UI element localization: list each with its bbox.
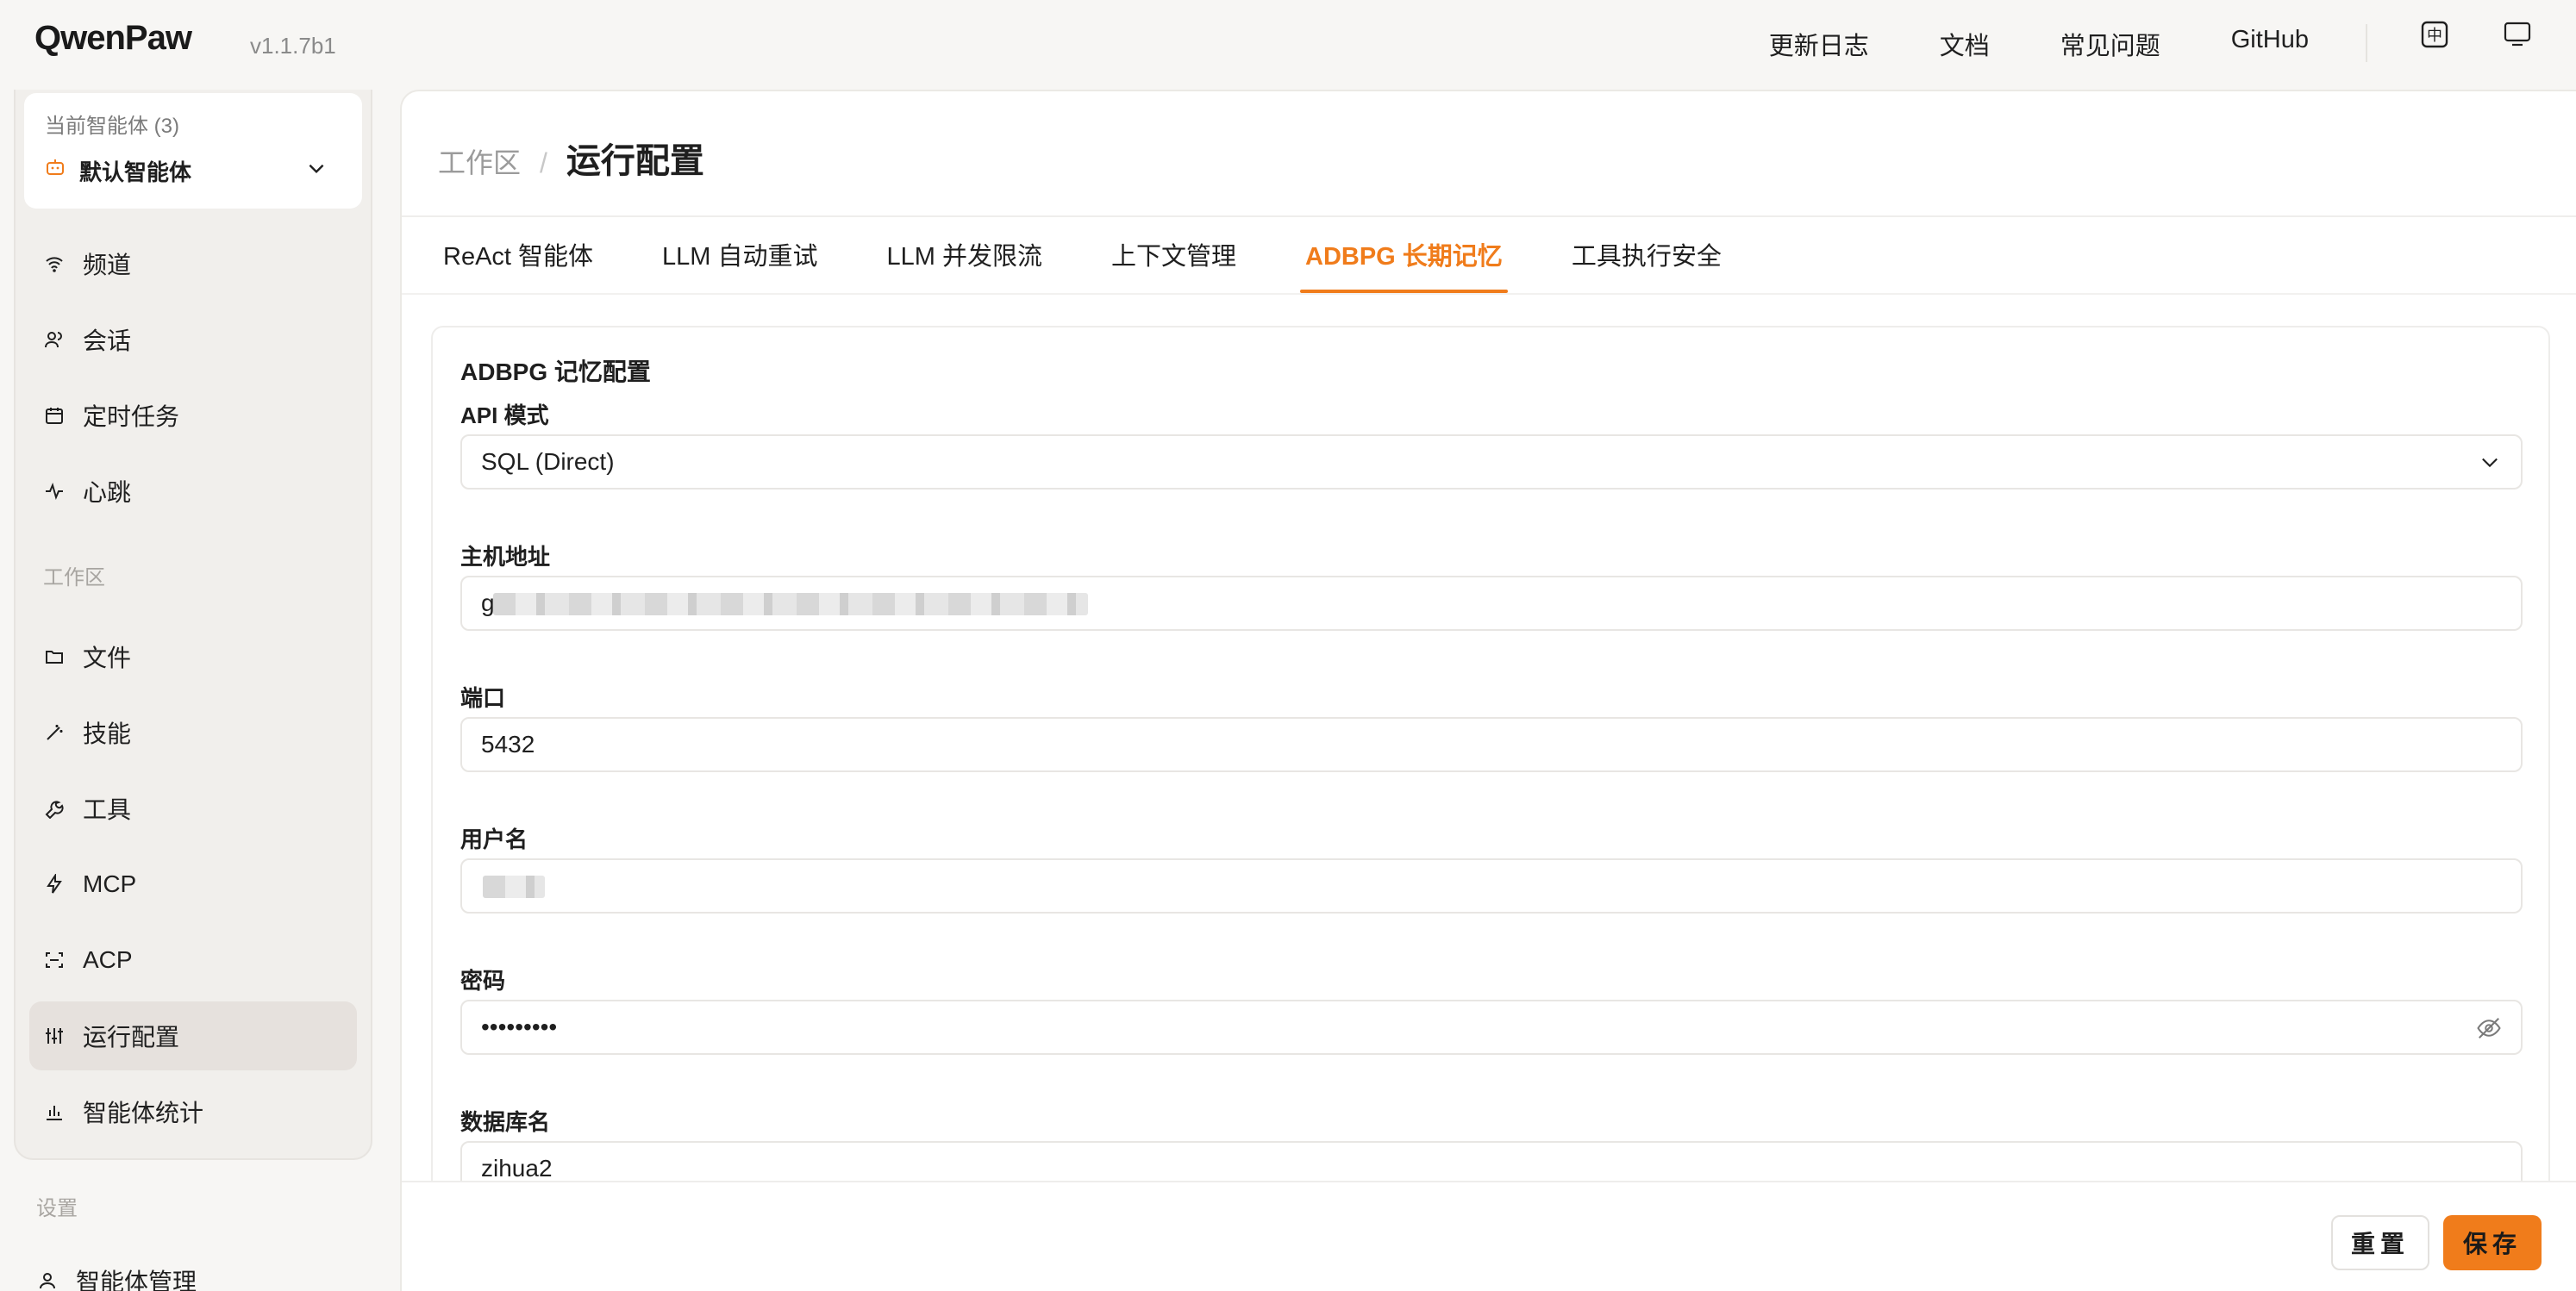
- sidebar-item-label: 文件: [83, 645, 132, 671]
- sidebar-item-channels[interactable]: 频道: [29, 229, 357, 298]
- agent-selector[interactable]: 当前智能体 (3) 默认智能体: [24, 93, 362, 209]
- tab-context-management[interactable]: 上下文管理: [1106, 236, 1241, 293]
- language-toggle-icon[interactable]: 中: [2419, 19, 2450, 50]
- breadcrumb-separator: /: [540, 147, 547, 178]
- wrench-icon: [43, 797, 66, 820]
- display-icon[interactable]: [2502, 19, 2533, 50]
- redacted-blur: [493, 593, 1088, 615]
- action-footer: 重置 保存: [402, 1181, 2576, 1291]
- sidebar-item-label: 运行配置: [83, 1024, 180, 1051]
- breadcrumb-root[interactable]: 工作区: [438, 141, 521, 181]
- sidebar-item-agent-stats[interactable]: 智能体统计: [29, 1077, 357, 1146]
- pulse-icon: [43, 480, 66, 502]
- chevron-down-icon[interactable]: [2478, 450, 2502, 478]
- nav-link-docs[interactable]: 文档: [1940, 26, 1990, 62]
- sidebar-item-acp[interactable]: ACP: [29, 926, 357, 995]
- config-tabs: ReAct 智能体 LLM 自动重试 LLM 并发限流 上下文管理 ADBPG …: [438, 236, 1785, 293]
- app-version: v1.1.7b1: [250, 33, 336, 59]
- sidebar-item-label: ACP: [83, 946, 133, 973]
- user-icon: [36, 1269, 59, 1291]
- password-value: •••••••••: [481, 1013, 558, 1040]
- password-input[interactable]: •••••••••: [460, 1000, 2523, 1055]
- port-label: 端口: [460, 685, 506, 711]
- sidebar-item-tools[interactable]: 工具: [29, 774, 357, 843]
- users-icon: [43, 328, 66, 351]
- sidebar-item-agent-management[interactable]: 智能体管理: [22, 1246, 350, 1291]
- sidebar-item-label: 会话: [83, 327, 132, 354]
- username-input-field[interactable]: [481, 872, 2378, 900]
- username-label: 用户名: [460, 826, 528, 852]
- chevron-down-icon[interactable]: [305, 157, 328, 184]
- username-input[interactable]: [460, 858, 2523, 914]
- sidebar-item-label: 智能体统计: [83, 1100, 204, 1126]
- top-bar: QwenPaw v1.1.7b1 更新日志 文档 常见问题 GitHub 中: [0, 0, 2576, 90]
- host-label: 主机地址: [460, 544, 551, 570]
- agent-count-label: 当前智能体 (3): [45, 115, 179, 138]
- folder-icon: [43, 646, 66, 668]
- sidebar-item-label: 智能体管理: [76, 1269, 197, 1291]
- redacted-blur: [483, 876, 545, 898]
- page-title: 运行配置: [566, 142, 704, 180]
- password-label: 密码: [460, 968, 506, 994]
- bar-chart-icon: [43, 1101, 66, 1123]
- card-title: ADBPG 记忆配置: [460, 359, 651, 385]
- database-label: 数据库名: [460, 1109, 551, 1135]
- sidebar-item-skills[interactable]: 技能: [29, 698, 357, 767]
- section-label-workspace: 工作区: [43, 566, 105, 589]
- adbpg-config-card: ADBPG 记忆配置 API 模式 SQL (Direct) 主机地址 端口 用…: [431, 326, 2550, 1274]
- tab-react-agent[interactable]: ReAct 智能体: [438, 236, 598, 293]
- lightning-icon: [43, 873, 66, 895]
- sidebar-item-label: 技能: [83, 720, 132, 747]
- section-label-settings: 设置: [36, 1197, 78, 1220]
- sidebar-item-files[interactable]: 文件: [29, 622, 357, 691]
- header-nav: 更新日志 文档 常见问题 GitHub: [1769, 26, 2309, 62]
- sidebar-item-label: 频道: [83, 252, 132, 278]
- sidebar-item-label: MCP: [83, 870, 137, 897]
- magic-wand-icon: [43, 721, 66, 744]
- api-mode-select[interactable]: SQL (Direct): [460, 434, 2523, 490]
- port-input[interactable]: [460, 717, 2523, 772]
- header-divider: [2366, 24, 2367, 62]
- nav-link-changelog[interactable]: 更新日志: [1769, 26, 1869, 62]
- port-input-field[interactable]: [481, 731, 2378, 758]
- nav-link-github[interactable]: GitHub: [2231, 26, 2309, 62]
- sidebar-item-sessions[interactable]: 会话: [29, 305, 357, 374]
- tab-llm-retry[interactable]: LLM 自动重试: [657, 236, 822, 293]
- sidebar-item-label: 工具: [83, 796, 132, 823]
- main-panel: 工作区 / 运行配置 ReAct 智能体 LLM 自动重试 LLM 并发限流 上…: [400, 90, 2576, 1291]
- tab-tool-execution-security[interactable]: 工具执行安全: [1566, 236, 1727, 293]
- sidebar-item-heartbeat[interactable]: 心跳: [29, 457, 357, 526]
- scan-icon: [43, 949, 66, 971]
- eye-off-icon[interactable]: [2476, 1015, 2502, 1045]
- breadcrumb: 工作区 / 运行配置: [438, 133, 704, 183]
- sidebar-item-label: 定时任务: [83, 403, 180, 430]
- sliders-icon: [43, 1025, 66, 1047]
- wifi-icon: [43, 253, 66, 275]
- sidebar-item-scheduled-tasks[interactable]: 定时任务: [29, 381, 357, 450]
- save-button[interactable]: 保存: [2443, 1215, 2542, 1270]
- nav-link-faq[interactable]: 常见问题: [2060, 26, 2160, 62]
- api-mode-label: API 模式: [460, 402, 549, 428]
- agent-name: 默认智能体: [79, 159, 192, 185]
- api-mode-value: SQL (Direct): [481, 448, 615, 475]
- host-input[interactable]: [460, 576, 2523, 631]
- tabs-divider: [402, 293, 2576, 295]
- database-input-field[interactable]: [481, 1155, 2378, 1182]
- sidebar-item-runtime-config[interactable]: 运行配置: [29, 1001, 357, 1070]
- language-toggle-glyph: 中: [2427, 27, 2442, 45]
- sidebar-item-label: 心跳: [83, 479, 132, 506]
- robot-icon: [45, 157, 66, 182]
- tab-adbpg-memory[interactable]: ADBPG 长期记忆: [1300, 236, 1508, 293]
- app-logo[interactable]: QwenPaw: [34, 19, 192, 58]
- header-divider-line: [402, 215, 2576, 217]
- reset-button[interactable]: 重置: [2331, 1215, 2429, 1270]
- tab-llm-rate-limit[interactable]: LLM 并发限流: [882, 236, 1047, 293]
- sidebar-item-mcp[interactable]: MCP: [29, 850, 357, 919]
- calendar-icon: [43, 404, 66, 427]
